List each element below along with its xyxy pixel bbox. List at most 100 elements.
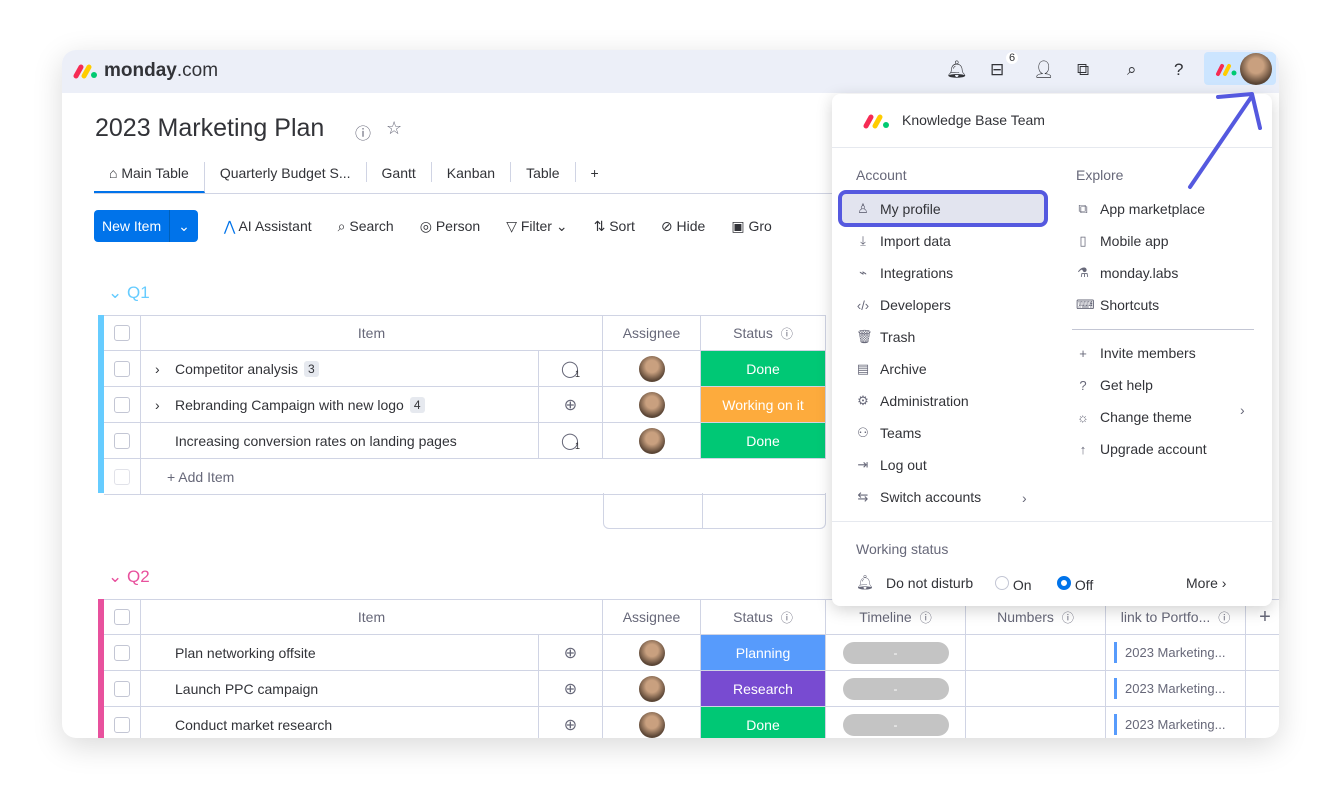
new-item-button[interactable]: New Item ⌄ bbox=[94, 210, 198, 242]
select-all-checkbox[interactable] bbox=[114, 609, 130, 625]
link-cell[interactable]: 2023 Marketing... bbox=[1106, 635, 1246, 670]
row-checkbox[interactable] bbox=[114, 644, 130, 661]
menu-item-my-profile[interactable]: ♙ My profile bbox=[856, 195, 941, 223]
menu-item-administration[interactable]: ⚙ Administration bbox=[856, 387, 969, 415]
comment-count: 1 bbox=[574, 440, 580, 451]
inbox-icon[interactable]: ⊟ bbox=[990, 60, 1004, 80]
chat-cell[interactable]: ⊕ bbox=[539, 635, 603, 670]
timeline-cell[interactable]: - bbox=[826, 707, 966, 738]
menu-item-integrations[interactable]: ⌁ Integrations bbox=[856, 259, 953, 287]
assignee-cell[interactable] bbox=[603, 351, 701, 386]
assignee-cell[interactable] bbox=[603, 423, 701, 458]
row-checkbox[interactable] bbox=[114, 716, 130, 733]
row-checkbox[interactable] bbox=[114, 396, 130, 413]
status-cell[interactable]: Research bbox=[701, 671, 826, 706]
help-icon[interactable]: ? bbox=[1174, 60, 1183, 80]
menu-item-app-marketplace[interactable]: ⧉ App marketplace bbox=[1076, 195, 1205, 223]
add-item-button[interactable]: + Add Item bbox=[141, 459, 826, 494]
group-q2-header[interactable]: ⌄ Q2 bbox=[108, 567, 150, 587]
person-button[interactable]: ◎ Person bbox=[420, 218, 480, 235]
add-view-button[interactable]: + bbox=[576, 162, 614, 182]
search-button[interactable]: ⌕ Search bbox=[338, 218, 394, 235]
star-icon[interactable]: ☆ bbox=[386, 118, 402, 139]
item-cell[interactable]: Launch PPC campaign bbox=[141, 671, 539, 706]
radio-checked-icon bbox=[1057, 576, 1071, 590]
assignee-cell[interactable] bbox=[603, 387, 701, 422]
menu-item-developers[interactable]: ‹/› Developers bbox=[856, 291, 951, 319]
chat-cell[interactable]: ◯ 1 bbox=[539, 351, 603, 386]
menu-item-archive[interactable]: ▤ Archive bbox=[856, 355, 927, 383]
tab-main-table[interactable]: ⌂ Main Table bbox=[94, 162, 205, 193]
chat-cell[interactable]: ⊕ bbox=[539, 671, 603, 706]
tab-kanban[interactable]: Kanban bbox=[432, 162, 512, 182]
working-status-label: Working status bbox=[856, 541, 949, 557]
chat-cell[interactable]: ⊕ bbox=[539, 387, 603, 422]
chat-cell[interactable]: ◯ 1 bbox=[539, 423, 603, 458]
assignee-cell[interactable] bbox=[603, 635, 701, 670]
group-button[interactable]: ▣ Gro bbox=[731, 218, 771, 235]
item-cell[interactable]: Increasing conversion rates on landing p… bbox=[141, 423, 539, 458]
chat-cell[interactable]: ⊕ bbox=[539, 707, 603, 738]
dnd-on-radio[interactable]: On bbox=[995, 576, 1032, 593]
status-cell[interactable]: Planning bbox=[701, 635, 826, 670]
chevron-down-icon[interactable]: ⌄ bbox=[169, 210, 198, 242]
menu-item-log-out[interactable]: ⇥ Log out bbox=[856, 451, 927, 479]
more-button[interactable]: More › bbox=[1186, 575, 1226, 591]
menu-item-switch-accounts[interactable]: ⇆ Switch accounts bbox=[856, 483, 982, 511]
item-cell[interactable]: Plan networking offsite bbox=[141, 635, 539, 670]
menu-item-import-data[interactable]: ⤓ Import data bbox=[856, 227, 951, 255]
select-all-checkbox[interactable] bbox=[114, 325, 130, 341]
invite-icon[interactable]: 👤︎ bbox=[1033, 60, 1055, 80]
tab-table[interactable]: Table bbox=[511, 162, 576, 182]
link-cell[interactable]: 2023 Marketing... bbox=[1106, 671, 1246, 706]
apps-puzzle-icon[interactable]: ⧉ bbox=[1077, 60, 1089, 80]
assignee-cell[interactable] bbox=[603, 707, 701, 738]
bell-icon[interactable]: 🔔︎ bbox=[946, 60, 968, 80]
status-cell[interactable]: Done bbox=[701, 707, 826, 738]
assignee-avatar bbox=[638, 711, 665, 738]
menu-item-change-theme[interactable]: ☼ Change theme bbox=[1076, 403, 1192, 431]
menu-item-trash[interactable]: 🗑︎ Trash bbox=[856, 323, 915, 351]
numbers-cell[interactable] bbox=[966, 635, 1106, 670]
tab-quarterly-budget[interactable]: Quarterly Budget S... bbox=[205, 162, 367, 182]
menu-item-mobile-app[interactable]: ▯ Mobile app bbox=[1076, 227, 1168, 255]
menu-item-get-help[interactable]: ? Get help bbox=[1076, 371, 1153, 399]
tab-gantt[interactable]: Gantt bbox=[367, 162, 432, 182]
menu-item-invite-members[interactable]: + Invite members bbox=[1076, 339, 1196, 367]
row-checkbox[interactable] bbox=[114, 680, 130, 697]
menu-item-monday-labs[interactable]: ⚗ monday.labs bbox=[1076, 259, 1178, 287]
status-cell[interactable]: Done bbox=[701, 423, 826, 458]
row-checkbox[interactable] bbox=[114, 432, 130, 449]
search-icon[interactable]: ⌕ bbox=[1127, 60, 1137, 80]
menu-item-upgrade-account[interactable]: ↑ Upgrade account bbox=[1076, 435, 1207, 463]
status-cell[interactable]: Done bbox=[701, 351, 826, 386]
filter-button[interactable]: ▽ Filter ⌄ bbox=[506, 218, 567, 235]
add-column-icon[interactable]: + bbox=[1259, 606, 1271, 629]
menu-item-label: Change theme bbox=[1100, 409, 1192, 425]
group-label: Gro bbox=[748, 217, 772, 234]
timeline-cell[interactable]: - bbox=[826, 635, 966, 670]
status-cell[interactable]: Working on it bbox=[701, 387, 826, 422]
expand-chevron-icon[interactable]: › bbox=[155, 361, 175, 377]
monday-logo[interactable]: monday.com bbox=[72, 60, 218, 82]
link-cell[interactable]: 2023 Marketing... bbox=[1106, 707, 1246, 738]
group-q1-header[interactable]: ⌄ Q1 bbox=[108, 283, 150, 303]
menu-item-teams[interactable]: ⚇ Teams bbox=[856, 419, 921, 447]
numbers-cell[interactable] bbox=[966, 707, 1106, 738]
hide-button[interactable]: ⊘ Hide bbox=[661, 218, 705, 235]
menu-item-shortcuts[interactable]: ⌨ Shortcuts bbox=[1076, 291, 1159, 319]
assignee-cell[interactable] bbox=[603, 671, 701, 706]
account-button[interactable] bbox=[1204, 52, 1276, 85]
item-cell[interactable]: › Rebranding Campaign with new logo 4 bbox=[141, 387, 539, 422]
expand-chevron-icon[interactable]: › bbox=[155, 397, 175, 413]
item-cell[interactable]: › Competitor analysis 3 bbox=[141, 351, 539, 386]
info-icon[interactable]: ⓘ bbox=[355, 120, 371, 144]
timeline-cell[interactable]: - bbox=[826, 671, 966, 706]
numbers-cell[interactable] bbox=[966, 671, 1106, 706]
sort-button[interactable]: ⇅ Sort bbox=[594, 218, 635, 235]
row-checkbox[interactable] bbox=[114, 360, 130, 377]
dnd-off-radio[interactable]: Off bbox=[1057, 576, 1093, 593]
item-cell[interactable]: Conduct market research bbox=[141, 707, 539, 738]
add-update-icon: ⊕ bbox=[563, 680, 578, 698]
ai-assistant-button[interactable]: ⋀ AI Assistant bbox=[224, 218, 312, 235]
